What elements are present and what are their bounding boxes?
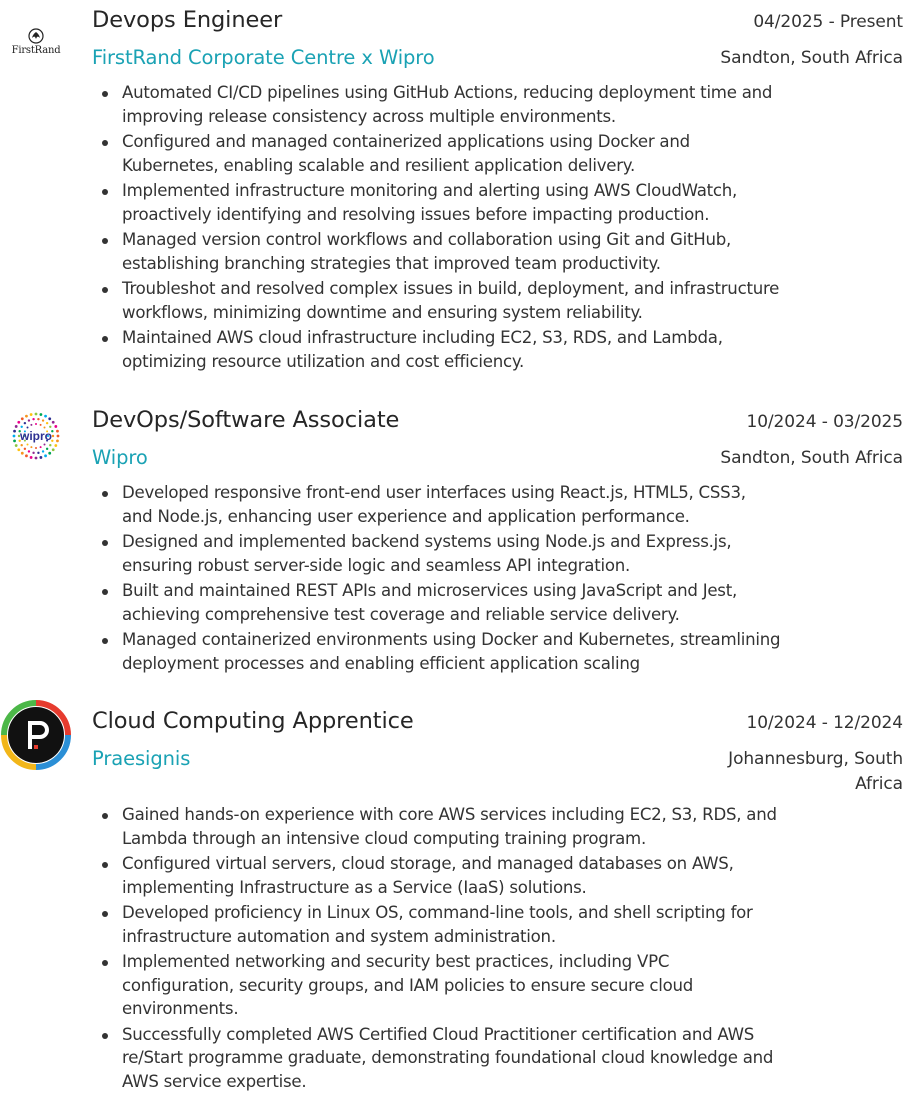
bullet-item: Managed containerized environments using… [92, 628, 903, 675]
bullet-item: Configured and managed containerized app… [92, 130, 903, 177]
bullet-line: re/Start programme graduate, demonstrati… [122, 1048, 774, 1067]
bullet-dot [102, 911, 108, 917]
bullet-item: Troubleshot and resolved complex issues … [92, 277, 903, 324]
bullet-line: Successfully completed AWS Certified Clo… [122, 1024, 755, 1044]
bullet-line: AWS service expertise. [122, 1071, 307, 1091]
bullet-line: implementing Infrastructure as a Service… [122, 877, 587, 897]
bullet-dot [102, 589, 108, 595]
job-body: DevOps/Software Associate 10/2024 - 03/2… [92, 404, 903, 677]
bullet-line: optimizing resource utilization and cost… [122, 351, 525, 371]
bullet-item: Successfully completed AWS Certified Clo… [92, 1023, 903, 1094]
bullet-line: Automated CI/CD pipelines using GitHub A… [122, 83, 773, 102]
job-company-row: Wipro Sandton, South Africa [92, 443, 903, 473]
job-dates: 04/2025 - Present [753, 12, 903, 32]
bullet-line: workflows, minimizing downtime and ensur… [122, 302, 643, 322]
bullet-item: Maintained AWS cloud infrastructure incl… [92, 326, 903, 373]
wipro-dots-icon: wipro [12, 412, 60, 460]
bullet-item: Implemented networking and security best… [92, 950, 903, 1021]
job-company-row: Praesignis Johannesburg, South Africa [92, 744, 903, 797]
bullet-line: Developed proficiency in Linux OS, comma… [122, 903, 753, 922]
bullet-dot [102, 140, 108, 146]
bullet-line: Implemented networking and security best… [122, 952, 670, 971]
bullet-line: establishing branching strategies that i… [122, 253, 661, 273]
job-body: Devops Engineer 04/2025 - Present FirstR… [92, 4, 903, 375]
firstrand-logo: FirstRand [4, 10, 68, 74]
wipro-logo: wipro [4, 404, 68, 468]
bullet-line: and Node.js, enhancing user experience a… [122, 506, 690, 526]
job-dates: 10/2024 - 12/2024 [746, 713, 903, 733]
bullet-dot [102, 491, 108, 497]
bullet-dot [102, 1032, 108, 1039]
bullet-item: Built and maintained REST APIs and micro… [92, 579, 903, 626]
bullet-line: achieving comprehensive test coverage an… [122, 604, 680, 624]
bullet-line: Configured virtual servers, cloud storag… [122, 854, 734, 873]
bullet-line: Managed version control workflows and co… [122, 230, 732, 249]
job-title-row: Cloud Computing Apprentice 10/2024 - 12/… [92, 705, 903, 740]
bullet-dot [102, 960, 108, 966]
wipro-logo-text: wipro [19, 429, 52, 443]
bullet-line: Troubleshot and resolved complex issues … [122, 279, 780, 298]
job-title-row: DevOps/Software Associate 10/2024 - 03/2… [92, 404, 903, 439]
bullet-dot [102, 638, 108, 644]
bullet-dot [102, 540, 108, 546]
job-location: Johannesburg, South Africa [728, 744, 903, 797]
praesignis-p-icon [1, 700, 71, 770]
job-title: Cloud Computing Apprentice [92, 708, 414, 734]
job-location-line: Johannesburg, South [728, 749, 903, 769]
bullet-line: infrastructure automation and system adm… [122, 926, 556, 946]
company-name: FirstRand Corporate Centre x Wipro [92, 46, 435, 69]
bullet-line: Designed and implemented backend systems… [122, 532, 732, 551]
job-dates: 10/2024 - 03/2025 [746, 412, 903, 432]
bullet-line: Managed containerized environments using… [122, 630, 781, 649]
job-bullets: Automated CI/CD pipelines using GitHub A… [92, 81, 903, 373]
bullet-dot [102, 862, 108, 868]
bullet-dot [102, 336, 108, 342]
bullet-line: Built and maintained REST APIs and micro… [122, 581, 737, 600]
job-body: Cloud Computing Apprentice 10/2024 - 12/… [92, 705, 903, 1095]
bullet-line: proactively identifying and resolving is… [122, 204, 710, 224]
bullet-line: Configured and managed containerized app… [122, 132, 690, 151]
bullet-item: Designed and implemented backend systems… [92, 530, 903, 577]
bullet-item: Developed responsive front-end user inte… [92, 481, 903, 528]
bullet-dot [102, 287, 108, 293]
bullet-dot [102, 91, 108, 97]
firstrand-logo-text: FirstRand [11, 45, 61, 56]
bullet-line: improving release consistency across mul… [122, 106, 616, 126]
bullet-line: configuration, security groups, and IAM … [122, 975, 694, 995]
job-title: DevOps/Software Associate [92, 407, 400, 433]
bullet-item: Configured virtual servers, cloud storag… [92, 852, 903, 899]
bullet-line: Maintained AWS cloud infrastructure incl… [122, 328, 723, 347]
bullet-line: Lambda through an intensive cloud comput… [122, 828, 646, 848]
job-company-row: FirstRand Corporate Centre x Wipro Sandt… [92, 43, 903, 73]
job-location: Sandton, South Africa [720, 48, 903, 68]
bullet-line: environments. [122, 999, 239, 1018]
bullet-item: Automated CI/CD pipelines using GitHub A… [92, 81, 903, 128]
bullet-item: Developed proficiency in Linux OS, comma… [92, 901, 903, 948]
bullet-line: Gained hands-on experience with core AWS… [122, 805, 777, 824]
bullet-line: Developed responsive front-end user inte… [122, 483, 746, 502]
job-title: Devops Engineer [92, 7, 283, 33]
firstrand-emblem-icon [28, 28, 44, 44]
bullet-line: Implemented infrastructure monitoring an… [122, 181, 738, 200]
bullet-line: Kubernetes, enabling scalable and resili… [122, 155, 636, 175]
bullet-line: ensuring robust server-side logic and se… [122, 555, 631, 575]
bullet-line: deployment processes and enabling effici… [122, 653, 640, 673]
bullet-item: Implemented infrastructure monitoring an… [92, 179, 903, 226]
job-title-row: Devops Engineer 04/2025 - Present [92, 4, 903, 39]
job-bullets: Developed responsive front-end user inte… [92, 481, 903, 675]
job-location: Sandton, South Africa [720, 448, 903, 468]
company-name: Wipro [92, 446, 148, 469]
bullet-item: Gained hands-on experience with core AWS… [92, 803, 903, 850]
praesignis-logo [0, 699, 72, 771]
bullet-dot [102, 813, 108, 819]
job-bullets: Gained hands-on experience with core AWS… [92, 803, 903, 1093]
resume-experience-page: FirstRand Devops Engineer 04/2025 - Pres… [0, 0, 903, 1109]
bullet-dot [102, 189, 108, 195]
bullet-item: Managed version control workflows and co… [92, 228, 903, 275]
job-location-line: Africa [855, 774, 903, 794]
company-name: Praesignis [92, 747, 191, 770]
bullet-dot [102, 238, 108, 244]
